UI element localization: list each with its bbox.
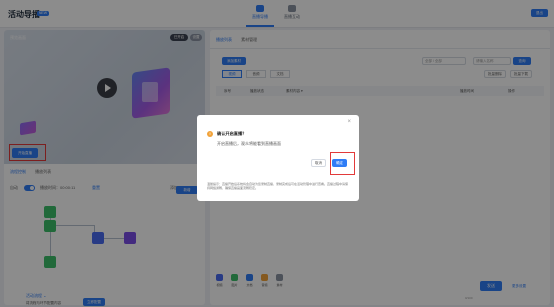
dialog-title: 确认开启直播？ bbox=[217, 131, 247, 136]
dialog-note: 温馨提示：直播开始后系统将会自动为您录制直播，录制完成后可在活动管理中进行查看。… bbox=[207, 182, 349, 190]
close-icon[interactable]: × bbox=[347, 119, 351, 125]
highlight-box bbox=[330, 152, 355, 175]
warning-icon: ! bbox=[207, 131, 213, 137]
dialog-message: 开启直播后，观众将能看到直播画面 bbox=[217, 141, 281, 146]
cancel-button[interactable]: 取消 bbox=[311, 159, 326, 167]
